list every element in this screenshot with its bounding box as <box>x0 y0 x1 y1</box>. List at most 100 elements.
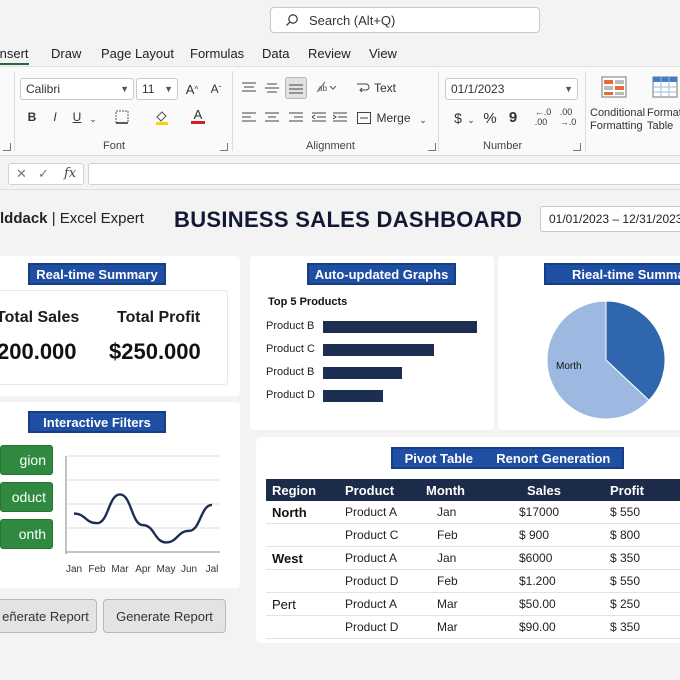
region-pie-chart: Morth <box>546 300 666 420</box>
font-name-select[interactable]: Calibri ▼ <box>20 78 134 100</box>
filters-tag: Interactive Filters <box>28 411 166 433</box>
borders-icon[interactable] <box>112 107 132 127</box>
chevron-down-icon[interactable]: ⌄ <box>418 110 428 130</box>
italic-button[interactable]: I <box>47 107 63 127</box>
date-range-field[interactable]: 01/01/2023 – 12/31/2023 <box>540 206 680 232</box>
align-middle-icon[interactable] <box>263 78 281 98</box>
bold-button[interactable]: B <box>24 107 40 127</box>
chevron-down-icon: ▼ <box>564 84 573 94</box>
search-box[interactable]: Search (Alt+Q) <box>270 7 540 33</box>
x-tick-label: Jal <box>206 564 219 575</box>
align-bottom-icon[interactable] <box>285 77 307 99</box>
region-filter-button[interactable]: gion <box>0 445 53 475</box>
generate-report-button-left[interactable]: eñerate Report <box>0 599 97 633</box>
report-generation-label: Renort Generation <box>496 450 611 466</box>
pivot-table-header: Region Product Month Sales Profit <box>266 479 680 501</box>
header-product: Product <box>345 483 395 498</box>
cell-sales: $ 900 <box>519 528 550 542</box>
font-launcher-icon[interactable] <box>220 143 228 151</box>
cell-product: Product D <box>345 574 399 588</box>
formula-input[interactable] <box>88 163 680 185</box>
currency-button[interactable]: $ <box>451 108 465 128</box>
cell-profit: $ 350 <box>610 551 641 565</box>
decrease-decimal-icon[interactable]: .00 →.0 <box>558 107 578 127</box>
align-top-icon[interactable] <box>240 78 258 98</box>
number-group-label: Number <box>483 140 523 152</box>
underline-button[interactable]: U <box>69 107 85 127</box>
cell-profit: $ 550 <box>610 574 641 588</box>
bar <box>323 321 477 333</box>
number-format-select[interactable]: 01/1/2023 ▼ <box>445 78 578 100</box>
title-bar: Search (Alt+Q) <box>0 0 680 40</box>
orientation-icon[interactable]: ab <box>312 77 340 97</box>
clipboard-launcher-icon[interactable] <box>3 143 11 151</box>
brand-name: lddack <box>0 210 48 227</box>
percent-button[interactable]: % <box>482 108 498 128</box>
region-pert: Pert <box>272 597 296 612</box>
insert-function-button[interactable]: fx <box>64 166 76 181</box>
grow-font-button[interactable]: A ^ <box>184 79 200 99</box>
brand: lddack | Excel Expert <box>0 210 144 227</box>
alignment-launcher-icon[interactable] <box>428 143 436 151</box>
pivot-table-label: Pivot Table <box>404 450 473 466</box>
decrease-indent-icon[interactable] <box>310 108 328 128</box>
cell-month: Jan <box>437 505 457 519</box>
comma-label: 9 <box>508 108 518 126</box>
tab-insert[interactable]: Insert <box>0 46 29 65</box>
comma-button[interactable]: 9 <box>507 107 519 127</box>
increase-decimal-icon[interactable]: ←.0.00 <box>533 107 553 127</box>
chevron-down-icon[interactable]: ⌄ <box>88 109 98 129</box>
chevron-down-icon: ▼ <box>120 84 129 94</box>
fill-color-icon[interactable] <box>152 107 172 127</box>
enter-icon[interactable]: ✓ <box>38 166 49 182</box>
tab-page-layout[interactable]: Page Layout <box>101 46 174 61</box>
search-icon <box>286 14 298 26</box>
generate-report-button[interactable]: Generate Report <box>103 599 226 633</box>
tab-formulas[interactable]: Formulas <box>190 46 244 61</box>
align-right-icon[interactable] <box>287 108 305 128</box>
tab-view[interactable]: View <box>369 46 397 61</box>
increase-indent-icon[interactable] <box>331 108 349 128</box>
tab-review[interactable]: Review <box>308 46 351 61</box>
header-month: Month <box>426 483 465 498</box>
x-tick-label: Jan <box>66 564 82 575</box>
align-center-icon[interactable] <box>263 108 281 128</box>
total-sales-label: Total Sales <box>0 309 80 326</box>
wrap-text-button[interactable]: Text <box>354 78 398 98</box>
cell-profit: $ 250 <box>610 597 641 611</box>
header-profit: Profit <box>610 483 644 498</box>
brand-subtitle: Excel Expert <box>59 210 144 227</box>
number-launcher-icon[interactable] <box>573 143 581 151</box>
bar-label: Product D <box>266 389 315 401</box>
month-filter-button[interactable]: onth <box>0 519 53 549</box>
cancel-icon[interactable]: ✕ <box>16 166 27 182</box>
tab-draw[interactable]: Draw <box>51 46 81 61</box>
conditional-formatting-icon[interactable] <box>601 76 627 98</box>
series-line <box>73 493 213 544</box>
format-table-button[interactable]: Format Table <box>647 107 680 133</box>
conditional-formatting-line2: Formatting <box>590 120 643 132</box>
conditional-formatting-button[interactable]: Conditional Formatting <box>590 107 645 133</box>
font-name-value: Calibri <box>26 82 61 96</box>
table-row: Product D Feb $1.200 $ 550 <box>266 570 680 593</box>
sales-trend-line-chart: Jan Feb Mar Apr May Jun Jal <box>65 455 220 575</box>
dashboard-title: BUSINESS SALES DASHBOARD <box>174 207 523 232</box>
x-tick-label: Apr <box>135 564 151 575</box>
bar <box>323 367 402 379</box>
product-filter-button[interactable]: oduct <box>0 482 53 512</box>
format-table-line2: Table <box>647 120 674 132</box>
tab-data[interactable]: Data <box>262 46 289 61</box>
cell-month: Jan <box>437 551 457 565</box>
format-table-icon[interactable] <box>652 76 678 98</box>
align-left-icon[interactable] <box>240 108 258 128</box>
shrink-font-button[interactable]: Aˇ <box>208 79 224 99</box>
chevron-down-icon[interactable]: ⌄ <box>466 110 476 130</box>
cell-sales: $17000 <box>519 505 560 519</box>
region-north: North <box>272 505 307 520</box>
merge-button[interactable]: Merge <box>354 108 414 128</box>
pie-tag: Rieal-time Summary <box>544 263 680 285</box>
font-color-icon[interactable]: A <box>188 106 208 126</box>
cell-sales: $1.200 <box>519 574 556 588</box>
font-size-select[interactable]: 11 ▼ <box>136 78 178 100</box>
bar-label: Product C <box>266 343 315 355</box>
